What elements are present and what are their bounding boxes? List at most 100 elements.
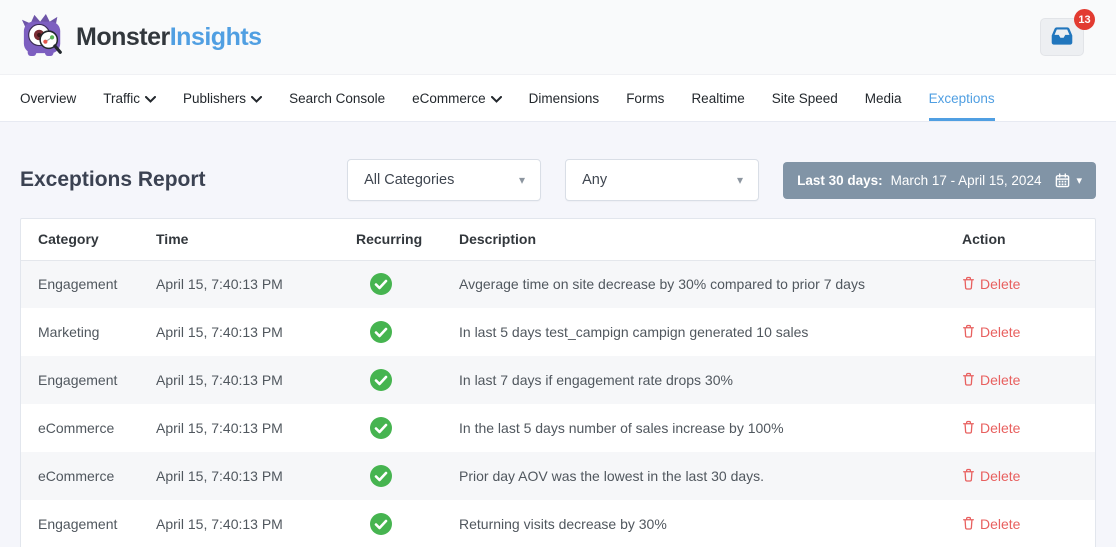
time-cell: April 15, 7:40:13 PM bbox=[156, 372, 283, 388]
recurring-cell bbox=[356, 260, 459, 308]
brand-name-primary: Monster bbox=[76, 22, 170, 51]
recurring-check-icon bbox=[370, 513, 392, 535]
delete-button[interactable]: Delete bbox=[962, 516, 1020, 533]
tab-dimensions[interactable]: Dimensions bbox=[529, 75, 600, 121]
caret-down-icon: ▾ bbox=[1076, 174, 1082, 187]
category-cell: Marketing bbox=[38, 324, 100, 340]
inbox-icon bbox=[1049, 25, 1075, 50]
column-header-category: Category bbox=[21, 219, 156, 261]
category-cell: eCommerce bbox=[38, 468, 115, 484]
calendar-icon bbox=[1055, 172, 1070, 188]
time-cell: April 15, 7:40:13 PM bbox=[156, 324, 283, 340]
description-cell: Avgerage time on site decrease by 30% co… bbox=[459, 276, 865, 293]
delete-button[interactable]: Delete bbox=[962, 276, 1020, 293]
type-filter-value: Any bbox=[582, 172, 608, 188]
action-cell: Delete bbox=[962, 404, 1095, 452]
description-cell: Prior day AOV was the lowest in the last… bbox=[459, 468, 765, 484]
delete-label: Delete bbox=[980, 324, 1021, 340]
page-title: Exceptions Report bbox=[20, 168, 206, 191]
trash-icon bbox=[962, 516, 975, 533]
date-range-button[interactable]: Last 30 days: March 17 - April 15, 2024 … bbox=[783, 161, 1096, 199]
tab-media[interactable]: Media bbox=[865, 75, 902, 121]
brand-name-secondary: Insights bbox=[169, 22, 262, 51]
tab-traffic[interactable]: Traffic bbox=[103, 75, 157, 121]
exceptions-table: Category Time Recurring Description Acti… bbox=[20, 218, 1096, 547]
category-filter-value: All Categories bbox=[364, 172, 455, 188]
action-cell: Delete bbox=[962, 500, 1095, 547]
table-header-row: Category Time Recurring Description Acti… bbox=[21, 219, 1095, 261]
description-cell: Returning visits decrease by 30% bbox=[459, 516, 667, 532]
content-area: Exceptions Report All Categories ▾ Any ▾… bbox=[0, 159, 1116, 547]
notifications-area: 13 bbox=[1040, 9, 1095, 56]
delete-label: Delete bbox=[980, 276, 1021, 293]
delete-label: Delete bbox=[980, 468, 1021, 484]
brand-name: MonsterInsights bbox=[76, 23, 262, 52]
trash-icon bbox=[962, 372, 975, 389]
category-cell: Engagement bbox=[38, 516, 118, 532]
description-cell: In the last 5 days number of sales incre… bbox=[459, 420, 784, 436]
recurring-cell bbox=[356, 356, 459, 404]
action-cell: Delete bbox=[962, 356, 1095, 404]
date-range-value: March 17 - April 15, 2024 bbox=[890, 172, 1042, 188]
tab-realtime[interactable]: Realtime bbox=[691, 75, 744, 121]
notification-count-badge: 13 bbox=[1074, 9, 1095, 30]
tab-exceptions[interactable]: Exceptions bbox=[928, 75, 995, 121]
trash-icon bbox=[962, 276, 975, 293]
chevron-down-icon bbox=[145, 95, 157, 103]
tab-overview[interactable]: Overview bbox=[20, 75, 76, 121]
action-cell: Delete bbox=[962, 452, 1095, 500]
delete-label: Delete bbox=[980, 516, 1021, 532]
recurring-check-icon bbox=[370, 321, 392, 343]
table-row: Engagement April 15, 7:40:13 PM Avgerage… bbox=[21, 260, 1095, 308]
delete-button[interactable]: Delete bbox=[962, 324, 1020, 341]
tab-site-speed[interactable]: Site Speed bbox=[772, 75, 838, 121]
main-nav: Overview Traffic Publishers Search Conso… bbox=[0, 75, 1116, 122]
brand-logo: MonsterInsights bbox=[20, 13, 262, 62]
description-cell: In last 7 days if engagement rate drops … bbox=[459, 372, 733, 388]
caret-down-icon: ▾ bbox=[519, 173, 526, 187]
category-filter-select[interactable]: All Categories ▾ bbox=[347, 159, 542, 201]
time-cell: April 15, 7:40:13 PM bbox=[156, 468, 283, 484]
time-cell: April 15, 7:40:13 PM bbox=[156, 276, 283, 293]
monsterinsights-mascot-icon bbox=[20, 13, 66, 62]
table-row: Engagement April 15, 7:40:13 PM Returnin… bbox=[21, 500, 1095, 547]
recurring-cell bbox=[356, 452, 459, 500]
description-cell: In last 5 days test_campign campign gene… bbox=[459, 324, 809, 340]
recurring-check-icon bbox=[370, 369, 392, 391]
recurring-cell bbox=[356, 404, 459, 452]
chevron-down-icon bbox=[251, 95, 263, 103]
delete-button[interactable]: Delete bbox=[962, 372, 1020, 389]
table-row: eCommerce April 15, 7:40:13 PM Prior day… bbox=[21, 452, 1095, 500]
time-cell: April 15, 7:40:13 PM bbox=[156, 516, 283, 532]
category-cell: eCommerce bbox=[38, 420, 115, 436]
column-header-description: Description bbox=[459, 219, 962, 261]
date-range-label: Last 30 days: bbox=[797, 172, 883, 188]
table-row: Marketing April 15, 7:40:13 PM In last 5… bbox=[21, 308, 1095, 356]
report-header: Exceptions Report All Categories ▾ Any ▾… bbox=[20, 159, 1096, 201]
type-filter-select[interactable]: Any ▾ bbox=[565, 159, 760, 201]
table-row: Engagement April 15, 7:40:13 PM In last … bbox=[21, 356, 1095, 404]
recurring-check-icon bbox=[370, 417, 392, 439]
delete-button[interactable]: Delete bbox=[962, 468, 1020, 485]
recurring-check-icon bbox=[370, 273, 392, 296]
tab-search-console[interactable]: Search Console bbox=[289, 75, 385, 121]
tab-forms[interactable]: Forms bbox=[626, 75, 664, 121]
exceptions-table-body: Engagement April 15, 7:40:13 PM Avgerage… bbox=[21, 260, 1095, 547]
top-header: MonsterInsights 13 bbox=[0, 0, 1116, 75]
column-header-recurring: Recurring bbox=[356, 219, 459, 261]
tab-ecommerce[interactable]: eCommerce bbox=[412, 75, 502, 121]
recurring-cell bbox=[356, 500, 459, 547]
action-cell: Delete bbox=[962, 260, 1095, 308]
caret-down-icon: ▾ bbox=[737, 173, 744, 187]
recurring-cell bbox=[356, 308, 459, 356]
tab-publishers[interactable]: Publishers bbox=[183, 75, 263, 121]
trash-icon bbox=[962, 468, 975, 485]
report-filters: All Categories ▾ Any ▾ Last 30 days: Mar… bbox=[347, 159, 1096, 201]
chevron-down-icon bbox=[490, 95, 502, 103]
category-cell: Engagement bbox=[38, 372, 118, 388]
delete-button[interactable]: Delete bbox=[962, 420, 1020, 437]
column-header-action: Action bbox=[962, 219, 1095, 261]
table-row: eCommerce April 15, 7:40:13 PM In the la… bbox=[21, 404, 1095, 452]
delete-label: Delete bbox=[980, 420, 1021, 436]
delete-label: Delete bbox=[980, 372, 1021, 388]
